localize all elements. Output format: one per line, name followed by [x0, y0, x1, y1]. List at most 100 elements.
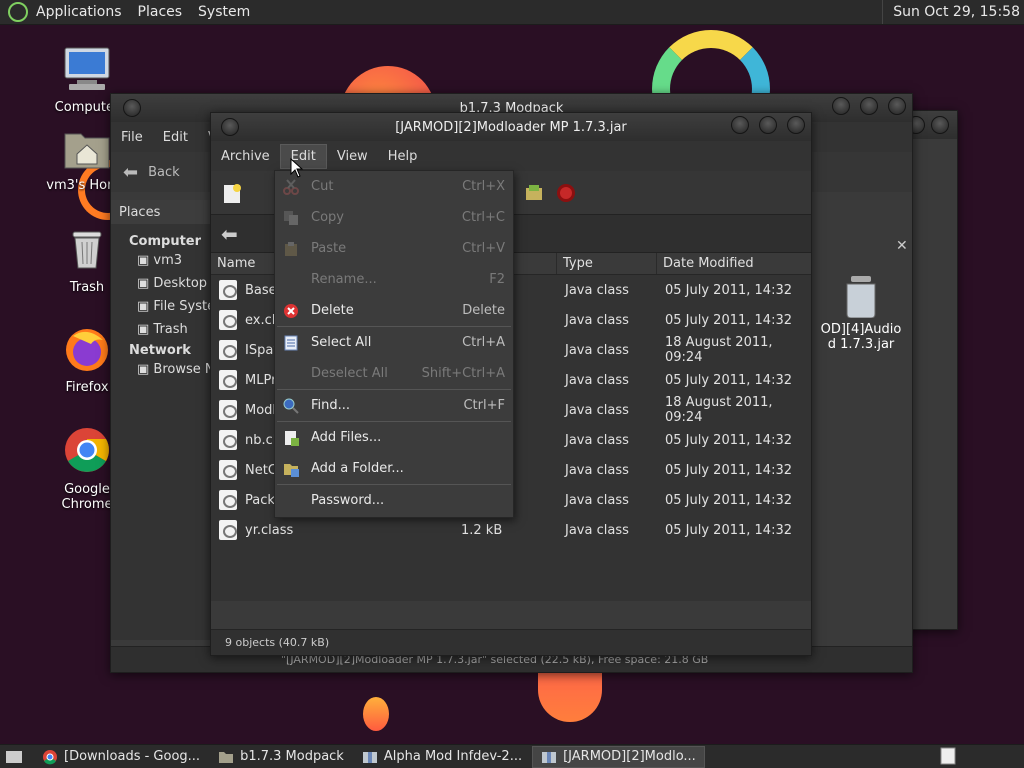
menu-item-rename[interactable]: Rename... F2	[275, 264, 513, 295]
menu-item-delete[interactable]: Delete Delete	[275, 295, 513, 326]
jar-file-item[interactable]: OD][4]Audio d 1.7.3.jar	[811, 274, 911, 352]
show-desktop-icon[interactable]	[4, 748, 26, 766]
distro-logo-icon[interactable]	[8, 2, 28, 22]
taskbar-item[interactable]: b1.7.3 Modpack	[210, 746, 352, 768]
menu-file[interactable]: File	[111, 126, 153, 149]
sidebar-item[interactable]: ▣ Trash	[137, 318, 210, 341]
file-name: Modl	[245, 402, 277, 418]
menu-item-add-files[interactable]: Add Files...	[275, 422, 513, 453]
minimize-icon[interactable]	[730, 116, 749, 134]
file-type: Java class	[565, 372, 629, 388]
column-type[interactable]: Type	[557, 253, 657, 274]
sidebar-item[interactable]: ▣ vm3	[137, 249, 210, 272]
taskbar-item[interactable]: [Downloads - Goog...	[34, 746, 208, 768]
workspace-switcher-icon[interactable]	[940, 747, 956, 765]
titlebar[interactable]: [JARMOD][2]Modloader MP 1.7.3.jar	[211, 113, 811, 141]
menu-item-label: Select All	[311, 335, 372, 350]
menu-system[interactable]: System	[190, 4, 258, 20]
file-date: 05 July 2011, 14:32	[665, 492, 792, 508]
menu-item-label: Deselect All	[311, 366, 388, 381]
menu-item-label: Password...	[311, 493, 385, 508]
close-icon[interactable]	[787, 116, 805, 134]
file-name: Base	[245, 282, 277, 298]
file-type: Java class	[565, 492, 629, 508]
file-label: d 1.7.3.jar	[827, 337, 895, 352]
close-icon[interactable]: ✕	[896, 238, 908, 254]
menu-view[interactable]: View	[327, 145, 378, 168]
stop-icon[interactable]	[555, 182, 577, 204]
file-name: MLPr	[245, 372, 277, 388]
table-row[interactable]: yr.class 1.2 kB Java class 05 July 2011, 14…	[211, 515, 811, 545]
menu-item-accelerator: Delete	[462, 303, 505, 318]
menu-edit[interactable]: Edit	[153, 126, 198, 149]
taskbar-item[interactable]: Alpha Mod Infdev-2...	[354, 746, 530, 768]
new-archive-icon[interactable]	[221, 182, 243, 204]
paste-icon	[283, 241, 299, 257]
menu-places[interactable]: Places	[130, 4, 191, 20]
menu-item-password[interactable]: Password...	[275, 485, 513, 516]
file-date: 05 July 2011, 14:32	[665, 312, 792, 328]
back-arrow-icon[interactable]: ⬅	[221, 222, 238, 246]
java-class-icon	[219, 400, 237, 420]
file-name: yr.class	[245, 522, 294, 538]
menu-applications[interactable]: Applications	[28, 4, 130, 20]
minimize-icon[interactable]	[831, 97, 850, 115]
window-menu-icon[interactable]	[221, 118, 239, 136]
maximize-icon[interactable]	[859, 97, 878, 115]
menu-item-find[interactable]: Find... Ctrl+F	[275, 390, 513, 421]
back-arrow-icon[interactable]: ⬅	[123, 162, 138, 183]
delete-icon	[283, 303, 299, 319]
file-label: OD][4]Audio	[820, 322, 902, 337]
chrome-icon	[65, 428, 109, 472]
sidebar-item[interactable]: ▣ Browse Network	[137, 358, 210, 381]
file-type: Java class	[565, 432, 629, 448]
menu-item-add-a-folder[interactable]: Add a Folder...	[275, 453, 513, 484]
window-menu-icon[interactable]	[123, 99, 141, 117]
file-date: 05 July 2011, 14:32	[665, 372, 792, 388]
archive-icon	[541, 749, 557, 765]
folder-icon	[218, 749, 234, 765]
menu-item-paste[interactable]: Paste Ctrl+V	[275, 233, 513, 264]
menu-item-select-all[interactable]: Select All Ctrl+A	[275, 327, 513, 358]
menu-item-accelerator: Ctrl+C	[461, 210, 505, 225]
sidebar-item[interactable]: ▣ Desktop	[137, 272, 210, 295]
menu-item-deselect-all[interactable]: Deselect All Shift+Ctrl+A	[275, 358, 513, 389]
window-button-icon[interactable]	[931, 116, 949, 134]
menu-archive[interactable]: Archive	[211, 145, 280, 168]
jar-icon	[846, 276, 876, 319]
menu-item-label: Rename...	[311, 272, 377, 287]
taskbar-item-label: b1.7.3 Modpack	[240, 749, 344, 764]
status-bar: 9 objects (40.7 kB)	[211, 629, 811, 655]
menu-item-label: Find...	[311, 398, 351, 413]
file-size: 1.2 kB	[461, 522, 503, 538]
column-date[interactable]: Date Modified	[657, 253, 811, 274]
java-class-icon	[219, 310, 237, 330]
maximize-icon[interactable]	[758, 116, 777, 134]
menu-item-accelerator: Shift+Ctrl+A	[421, 366, 505, 381]
file-name: NetC	[245, 462, 277, 478]
computer-icon	[64, 47, 110, 90]
close-icon[interactable]	[888, 97, 906, 115]
menu-item-cut[interactable]: Cut Ctrl+X	[275, 171, 513, 202]
add-files-icon[interactable]	[523, 182, 545, 204]
java-class-icon	[219, 520, 237, 540]
menu-help[interactable]: Help	[378, 145, 428, 168]
places-selector[interactable]: Places	[111, 200, 210, 224]
clock[interactable]: Sun Oct 29, 15:58	[882, 0, 1024, 24]
back-button[interactable]: Back	[148, 165, 180, 180]
file-type: Java class	[565, 342, 629, 358]
blank-icon	[283, 272, 299, 288]
select-all-icon	[283, 335, 299, 351]
file-name: nb.cl	[245, 432, 277, 448]
menu-item-label: Paste	[311, 241, 347, 256]
java-class-icon	[219, 340, 237, 360]
chrome-icon	[42, 749, 58, 765]
file-type: Java class	[565, 522, 629, 538]
bottom-panel: [Downloads - Goog... b1.7.3 Modpack Alpha …	[0, 744, 1024, 768]
taskbar-item[interactable]: [JARMOD][2]Modlo...	[532, 745, 705, 768]
java-class-icon	[219, 280, 237, 300]
sidebar-item[interactable]: ▣ File System	[137, 295, 210, 318]
window-title: [JARMOD][2]Modloader MP 1.7.3.jar	[395, 119, 627, 135]
sidebar: Places Computer ▣ vm3 ▣ Desktop ▣ File S…	[111, 200, 211, 640]
menu-item-copy[interactable]: Copy Ctrl+C	[275, 202, 513, 233]
